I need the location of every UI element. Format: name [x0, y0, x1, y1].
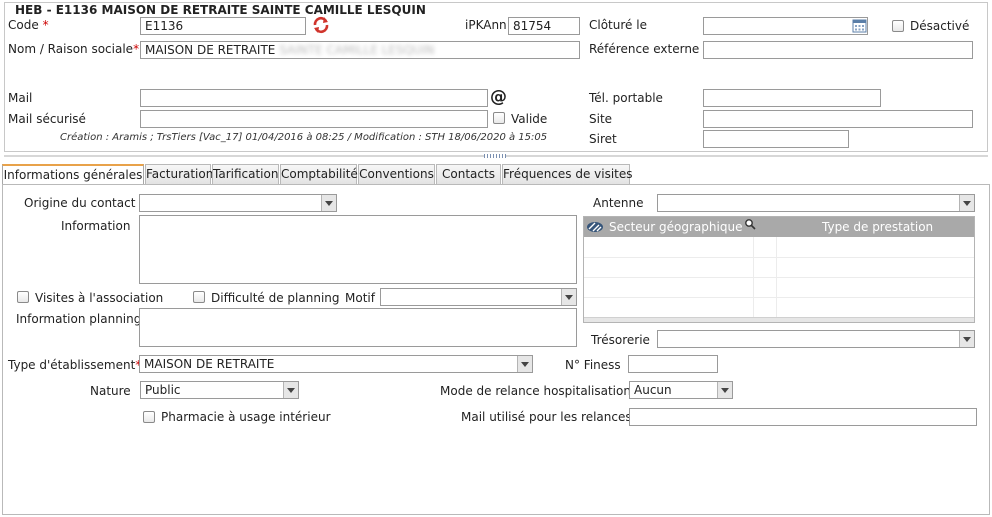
calendar-icon[interactable]	[852, 18, 867, 36]
finess-input[interactable]	[628, 355, 718, 373]
mode-relance-label: Mode de relance hospitalisation	[440, 384, 631, 398]
tab-contacts[interactable]: Contacts	[436, 164, 501, 184]
information-label: Information	[61, 219, 131, 233]
mail-securise-label: Mail sécurisé	[8, 112, 86, 126]
type-etab-select[interactable]: MAISON DE RETRAITE	[139, 355, 533, 373]
desactive-label: Désactivé	[910, 19, 970, 33]
chevron-down-icon	[283, 382, 298, 398]
grid-row-line	[584, 297, 974, 298]
siret-label: Siret	[589, 132, 617, 146]
tab-informations-generales[interactable]: Informations générales	[2, 164, 144, 185]
motif-select[interactable]	[380, 288, 577, 306]
cloture-date-input[interactable]	[703, 17, 868, 35]
code-input[interactable]: E1136	[140, 17, 306, 35]
motif-label: Motif	[345, 291, 375, 305]
info-planning-textarea[interactable]	[139, 308, 577, 347]
record-title: HEB - E1136 MAISON DE RETRAITE SAINTE CA…	[13, 3, 428, 17]
visites-label: Visites à l'association	[35, 291, 164, 305]
information-textarea[interactable]	[139, 215, 577, 284]
site-label: Site	[589, 112, 613, 126]
secteur-grid: Secteur géographique Type de prestation	[583, 216, 975, 323]
siret-input[interactable]	[703, 130, 849, 148]
grid-row-line	[584, 257, 974, 258]
pharmacie-checkbox[interactable]	[143, 411, 155, 423]
grid-col-secteur[interactable]: Secteur géographique	[609, 220, 742, 234]
pharmacie-label: Pharmacie à usage intérieur	[161, 410, 331, 424]
ref-externe-label: Référence externe	[589, 42, 700, 56]
search-icon[interactable]	[744, 218, 756, 233]
origine-select[interactable]	[139, 194, 337, 212]
refresh-icon[interactable]	[312, 16, 330, 37]
ipkann-input[interactable]: 81754	[508, 17, 580, 35]
valide-label: Valide	[511, 112, 548, 126]
chevron-down-icon	[321, 195, 336, 211]
antenne-select[interactable]	[657, 194, 975, 212]
mail-input[interactable]	[140, 89, 488, 107]
mode-relance-select[interactable]: Aucun	[629, 381, 733, 399]
chevron-down-icon	[517, 356, 532, 372]
tab-tarification[interactable]: Tarification	[212, 164, 279, 184]
nom-label: Nom / Raison sociale*	[8, 42, 140, 56]
grid-header: Secteur géographique Type de prestation	[584, 217, 974, 237]
antenne-label: Antenne	[593, 196, 644, 210]
ipkann-label: iPKAnn	[465, 18, 507, 32]
code-label: Code *	[8, 18, 49, 32]
mail-securise-input[interactable]	[140, 110, 488, 128]
grid-col-type-prestation[interactable]: Type de prestation	[822, 220, 933, 234]
nom-input[interactable]: MAISON DE RETRAITE SAINTE CAMILLE LESQUI…	[140, 41, 580, 59]
difficulte-label: Difficulté de planning	[211, 291, 340, 305]
mail-relances-input[interactable]	[629, 408, 977, 426]
at-icon[interactable]: @	[490, 87, 507, 107]
chevron-down-icon	[959, 195, 974, 211]
finess-label: N° Finess	[565, 358, 621, 372]
grid-scrollbar[interactable]	[584, 317, 974, 322]
grid-row-line	[584, 277, 974, 278]
ref-externe-input[interactable]	[703, 41, 973, 59]
tresorerie-label: Trésorerie	[591, 333, 650, 347]
info-planning-label: Information planning	[16, 312, 142, 326]
mail-relances-label: Mail utilisé pour les relances	[461, 410, 632, 424]
tab-conventions[interactable]: Conventions	[358, 164, 435, 184]
visites-checkbox[interactable]	[17, 291, 29, 303]
chevron-down-icon	[561, 289, 576, 305]
tab-frequences-visites[interactable]: Fréquences de visites	[502, 164, 633, 184]
tab-comptabilite[interactable]: Comptabilité	[280, 164, 358, 184]
difficulte-checkbox[interactable]	[193, 291, 205, 303]
tab-facturation[interactable]: Facturation	[145, 164, 213, 184]
chevron-down-icon	[717, 382, 732, 398]
mail-label: Mail	[8, 91, 33, 105]
grid-link-icon[interactable]	[586, 220, 604, 237]
tel-portable-label: Tél. portable	[589, 91, 663, 105]
nom-blurred-text: SAINTE CAMILLE LESQUIN	[279, 43, 435, 57]
tresorerie-select[interactable]	[657, 330, 975, 348]
tel-portable-input[interactable]	[703, 89, 881, 107]
site-input[interactable]	[703, 110, 973, 128]
chevron-down-icon	[959, 331, 974, 347]
splitter-grip-icon[interactable]	[484, 154, 506, 158]
type-etab-label: Type d'établissement*	[8, 358, 141, 372]
nature-select[interactable]: Public	[140, 381, 299, 399]
desactive-checkbox[interactable]	[892, 20, 904, 32]
origine-label: Origine du contact	[24, 196, 136, 210]
nature-label: Nature	[90, 384, 131, 398]
valide-checkbox[interactable]	[493, 112, 505, 124]
cloture-label: Clôturé le	[589, 18, 647, 32]
creation-info: Création : Aramis ; TrsTiers [Vac_17] 01…	[60, 132, 548, 143]
